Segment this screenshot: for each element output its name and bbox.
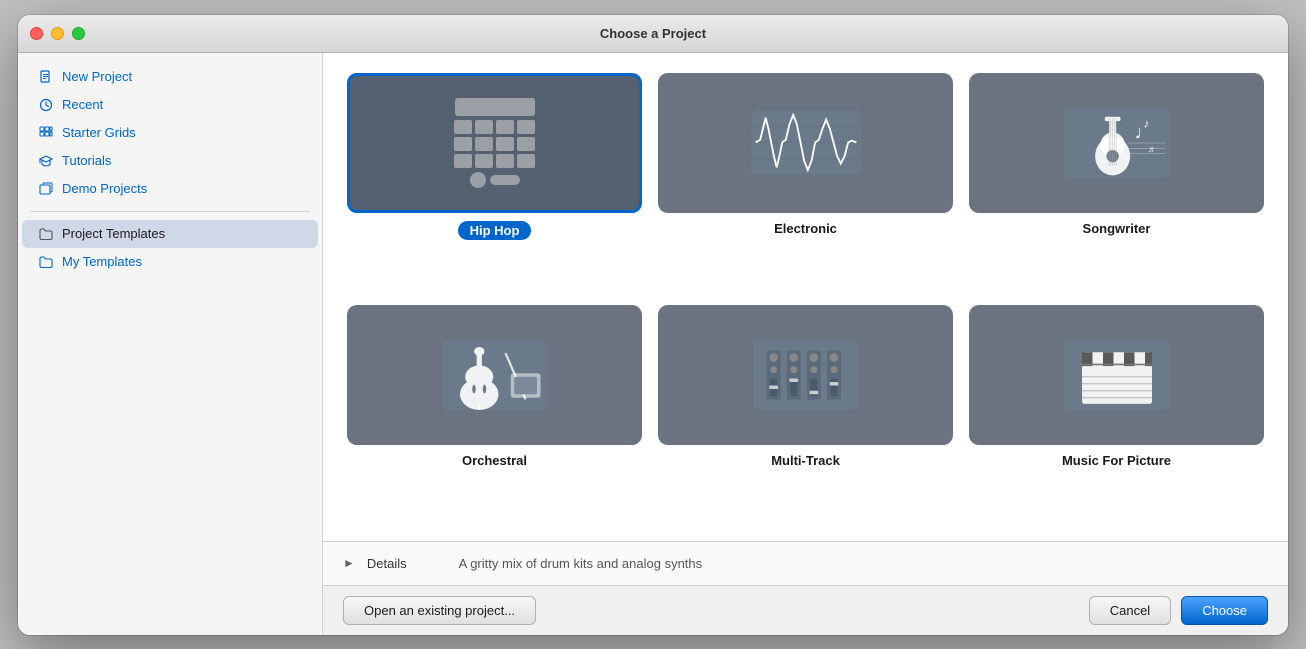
footer-left: Open an existing project... (343, 596, 536, 625)
sidebar-label-project-templates: Project Templates (62, 226, 165, 241)
template-thumb-music-for-picture (969, 305, 1264, 445)
templates-grid: Hip Hop (323, 53, 1288, 541)
main-window: Choose a Project New Project (18, 15, 1288, 635)
multitrack-mixer-icon (751, 340, 861, 410)
pad-4 (517, 120, 535, 134)
window-controls (30, 27, 85, 40)
main-content: Hip Hop (323, 53, 1288, 635)
sidebar-item-my-templates[interactable]: My Templates (22, 248, 318, 276)
pad-9 (454, 154, 472, 168)
songwriter-label: Songwriter (1083, 221, 1151, 236)
my-templates-icon (38, 254, 54, 270)
svg-text:♬: ♬ (1147, 143, 1156, 153)
songwriter-guitar-icon: ♩ ♪ ♬ (1062, 108, 1172, 178)
template-item-hip-hop[interactable]: Hip Hop (347, 73, 642, 289)
details-bar: ► Details A gritty mix of drum kits and … (323, 541, 1288, 585)
svg-text:♪: ♪ (1143, 116, 1149, 130)
template-thumb-hip-hop (347, 73, 642, 213)
sidebar: New Project Recent (18, 53, 323, 635)
window-title: Choose a Project (600, 26, 706, 41)
close-button[interactable] (30, 27, 43, 40)
orchestral-cello-icon (440, 340, 550, 410)
pad-8 (517, 137, 535, 151)
template-thumb-orchestral (347, 305, 642, 445)
tutorials-icon (38, 153, 54, 169)
title-bar: Choose a Project (18, 15, 1288, 53)
pad-6 (475, 137, 493, 151)
sidebar-item-recent[interactable]: Recent (22, 91, 318, 119)
template-item-electronic[interactable]: Electronic (658, 73, 953, 289)
project-templates-icon (38, 226, 54, 242)
template-item-songwriter[interactable]: ♩ ♪ ♬ Songwriter (969, 73, 1264, 289)
template-item-orchestral[interactable]: Orchestral (347, 305, 642, 521)
template-thumb-multi-track (658, 305, 953, 445)
pad-11 (496, 154, 514, 168)
open-existing-button[interactable]: Open an existing project... (343, 596, 536, 625)
footer-right: Cancel Choose (1089, 596, 1268, 625)
hiphop-btn (490, 175, 520, 185)
pad-2 (475, 120, 493, 134)
sidebar-label-demo-projects: Demo Projects (62, 181, 147, 196)
hiphop-knob (470, 172, 486, 188)
sidebar-item-tutorials[interactable]: Tutorials (22, 147, 318, 175)
content-area: New Project Recent (18, 53, 1288, 635)
starter-grids-icon (38, 125, 54, 141)
details-label: Details (367, 556, 407, 571)
pad-7 (496, 137, 514, 151)
hiphop-controls (470, 172, 520, 188)
multi-track-label: Multi-Track (771, 453, 840, 468)
orchestral-label: Orchestral (462, 453, 527, 468)
demo-projects-icon (38, 181, 54, 197)
pad-5 (454, 137, 472, 151)
electronic-waveform-icon (751, 110, 861, 175)
pad-12 (517, 154, 535, 168)
sidebar-item-demo-projects[interactable]: Demo Projects (22, 175, 318, 203)
minimize-button[interactable] (51, 27, 64, 40)
template-thumb-electronic (658, 73, 953, 213)
template-thumb-songwriter: ♩ ♪ ♬ (969, 73, 1264, 213)
sidebar-label-new-project: New Project (62, 69, 132, 84)
music-for-picture-icon (1062, 340, 1172, 410)
footer: Open an existing project... Cancel Choos… (323, 585, 1288, 635)
hiphop-pads (454, 120, 535, 168)
sidebar-item-project-templates[interactable]: Project Templates (22, 220, 318, 248)
pad-1 (454, 120, 472, 134)
choose-button[interactable]: Choose (1181, 596, 1268, 625)
hip-hop-selected-badge: Hip Hop (458, 221, 532, 240)
sidebar-label-starter-grids: Starter Grids (62, 125, 136, 140)
template-item-music-for-picture[interactable]: Music For Picture (969, 305, 1264, 521)
sidebar-item-starter-grids[interactable]: Starter Grids (22, 119, 318, 147)
recent-icon (38, 97, 54, 113)
details-chevron-icon[interactable]: ► (343, 556, 355, 570)
cancel-button[interactable]: Cancel (1089, 596, 1171, 625)
maximize-button[interactable] (72, 27, 85, 40)
sidebar-label-tutorials: Tutorials (62, 153, 111, 168)
template-item-multi-track[interactable]: Multi-Track (658, 305, 953, 521)
music-for-picture-label: Music For Picture (1062, 453, 1171, 468)
hip-hop-label-wrap: Hip Hop (458, 221, 532, 240)
pad-3 (496, 120, 514, 134)
sidebar-item-new-project[interactable]: New Project (22, 63, 318, 91)
electronic-label: Electronic (774, 221, 837, 236)
pad-10 (475, 154, 493, 168)
sidebar-label-recent: Recent (62, 97, 103, 112)
sidebar-separator (30, 211, 310, 212)
hiphop-device-icon (454, 98, 535, 188)
new-project-icon (38, 69, 54, 85)
sidebar-label-my-templates: My Templates (62, 254, 142, 269)
details-description: A gritty mix of drum kits and analog syn… (459, 556, 703, 571)
hiphop-screen (455, 98, 535, 116)
